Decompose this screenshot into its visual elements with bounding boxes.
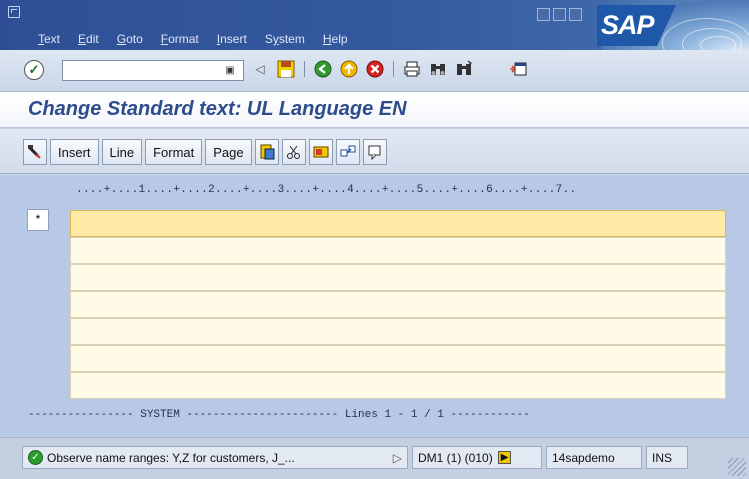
separator bbox=[393, 61, 394, 77]
minimize-icon[interactable] bbox=[537, 8, 550, 21]
application-toolbar: Insert Line Format Page bbox=[0, 129, 749, 174]
status-bar: ✓ Observe name ranges: Y,Z for customers… bbox=[0, 437, 749, 479]
create-session-icon[interactable] bbox=[508, 59, 528, 79]
expand-status-icon[interactable]: ▷ bbox=[393, 451, 402, 465]
close-window-icon[interactable] bbox=[569, 8, 582, 21]
separator bbox=[304, 61, 305, 77]
save-icon[interactable] bbox=[276, 59, 296, 79]
line-button[interactable]: Line bbox=[101, 139, 143, 165]
find-icon[interactable] bbox=[428, 59, 448, 79]
insert-button[interactable]: Insert bbox=[50, 139, 99, 165]
menu-text[interactable]: Text bbox=[38, 32, 60, 46]
enter-icon[interactable]: ✓ bbox=[24, 60, 44, 80]
editor-line[interactable] bbox=[70, 372, 726, 399]
insert-mode[interactable]: INS bbox=[646, 446, 688, 469]
paste-icon[interactable] bbox=[335, 139, 360, 165]
menu-system[interactable]: System bbox=[265, 32, 305, 46]
print-icon[interactable] bbox=[402, 59, 422, 79]
main-menu: Text Edit Goto Format Insert System Help bbox=[38, 32, 348, 46]
status-message-text: Observe name ranges: Y,Z for customers, … bbox=[47, 450, 295, 465]
command-field[interactable] bbox=[62, 60, 244, 81]
text-editor-area: ....+....1....+....2....+....3....+....4… bbox=[0, 175, 749, 437]
screen-title-bar: Change Standard text: UL Language EN bbox=[0, 92, 749, 128]
editor-status-line: ---------------- SYSTEM ----------------… bbox=[28, 409, 530, 421]
standard-toolbar-icons: ◁ bbox=[250, 59, 528, 79]
success-icon: ✓ bbox=[28, 450, 43, 465]
resize-grip-icon[interactable] bbox=[728, 458, 746, 476]
editor-switch-icon[interactable] bbox=[362, 139, 387, 165]
editor-line[interactable] bbox=[70, 345, 726, 372]
column-ruler: ....+....1....+....2....+....3....+....4… bbox=[76, 184, 577, 196]
system-info-icon[interactable]: ▶ bbox=[497, 451, 512, 464]
clipboard-icon[interactable] bbox=[254, 139, 279, 165]
system-info[interactable]: DM1 (1) (010) ▶ bbox=[412, 446, 542, 469]
display-change-icon[interactable] bbox=[23, 139, 47, 165]
find-next-icon[interactable] bbox=[454, 59, 474, 79]
editor-line[interactable] bbox=[70, 318, 726, 345]
cut-icon[interactable] bbox=[281, 139, 306, 165]
page-title: Change Standard text: UL Language EN bbox=[28, 98, 407, 120]
window-controls bbox=[537, 8, 582, 21]
menu-bar: Text Edit Goto Format Insert System Help… bbox=[0, 0, 749, 100]
standard-toolbar: ✓ ▣ ◁ bbox=[0, 50, 749, 92]
cancel-icon[interactable] bbox=[365, 59, 385, 79]
page-button[interactable]: Page bbox=[205, 139, 252, 165]
system-menu-icon[interactable] bbox=[8, 6, 20, 18]
menu-format[interactable]: Format bbox=[161, 32, 199, 46]
copy-icon[interactable] bbox=[308, 139, 333, 165]
menu-goto[interactable]: Goto bbox=[117, 32, 143, 46]
paragraph-format-field[interactable]: * bbox=[27, 209, 49, 231]
menu-edit[interactable]: Edit bbox=[78, 32, 99, 46]
server-name: 14sapdemo bbox=[546, 446, 642, 469]
editor-line[interactable] bbox=[70, 210, 726, 237]
status-message[interactable]: ✓ Observe name ranges: Y,Z for customers… bbox=[22, 446, 408, 469]
back-icon[interactable] bbox=[313, 59, 333, 79]
menu-help[interactable]: Help bbox=[323, 32, 348, 46]
editor-line[interactable] bbox=[70, 237, 726, 264]
format-button[interactable]: Format bbox=[145, 139, 203, 165]
command-history-icon[interactable]: ▣ bbox=[222, 63, 238, 78]
editor-lines bbox=[70, 210, 726, 399]
system-info-text: DM1 (1) (010) bbox=[418, 450, 493, 465]
editor-line[interactable] bbox=[70, 291, 726, 318]
exit-icon[interactable] bbox=[339, 59, 359, 79]
collapse-icon[interactable]: ◁ bbox=[250, 59, 270, 79]
menu-insert[interactable]: Insert bbox=[217, 32, 247, 46]
editor-line[interactable] bbox=[70, 264, 726, 291]
maximize-icon[interactable] bbox=[553, 8, 566, 21]
